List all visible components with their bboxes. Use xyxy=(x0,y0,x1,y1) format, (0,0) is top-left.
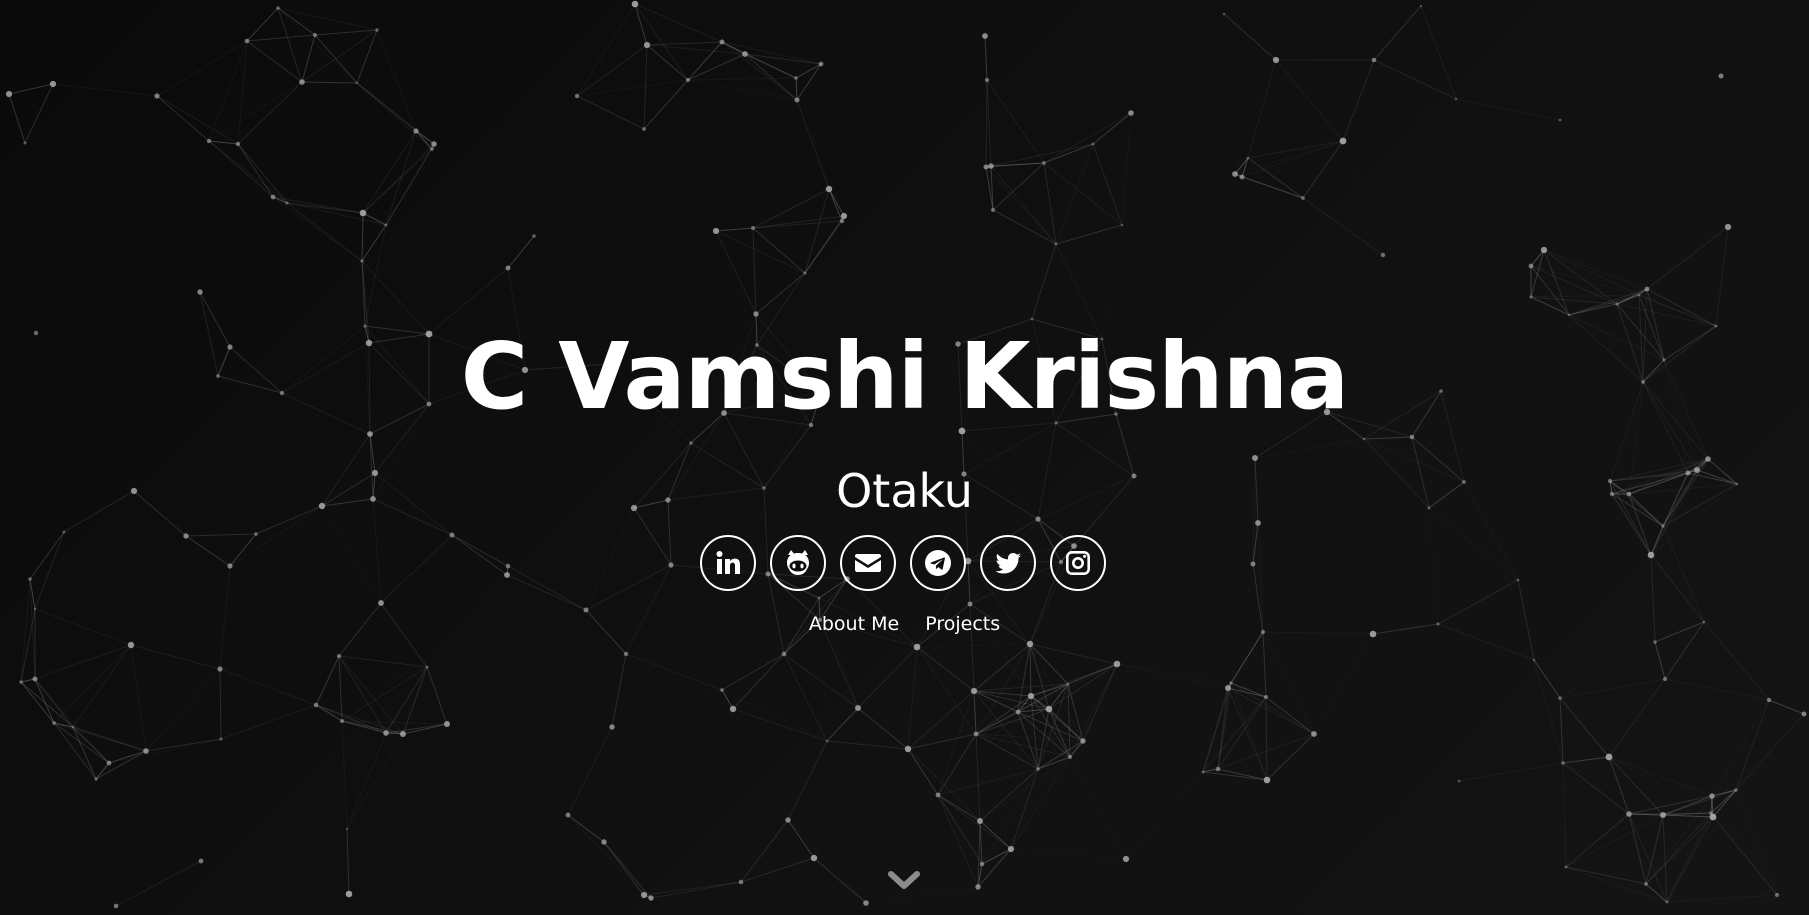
github-button[interactable] xyxy=(770,535,826,591)
hero-content: C Vamshi Krishna Otaku About Me Projects xyxy=(0,0,1809,915)
linkedin-button[interactable] xyxy=(700,535,756,591)
telegram-button[interactable] xyxy=(910,535,966,591)
instagram-button[interactable] xyxy=(1050,535,1106,591)
chevron-down-icon[interactable] xyxy=(888,870,920,892)
twitter-button[interactable] xyxy=(980,535,1036,591)
page-title: C Vamshi Krishna xyxy=(460,323,1350,430)
twitter-icon xyxy=(995,553,1022,574)
hero-nav: About Me Projects xyxy=(0,612,1809,636)
instagram-icon xyxy=(1066,551,1090,575)
linkedin-icon xyxy=(716,551,740,574)
github-icon xyxy=(787,550,809,575)
projects-link[interactable]: Projects xyxy=(925,613,1000,635)
social-links xyxy=(700,535,1106,595)
about-me-link[interactable]: About Me xyxy=(809,613,899,635)
hero-section: C Vamshi Krishna Otaku About Me Projects xyxy=(0,0,1809,915)
email-icon xyxy=(855,554,881,572)
email-button[interactable] xyxy=(840,535,896,591)
tagline: Otaku xyxy=(836,464,973,518)
telegram-icon xyxy=(925,550,951,576)
